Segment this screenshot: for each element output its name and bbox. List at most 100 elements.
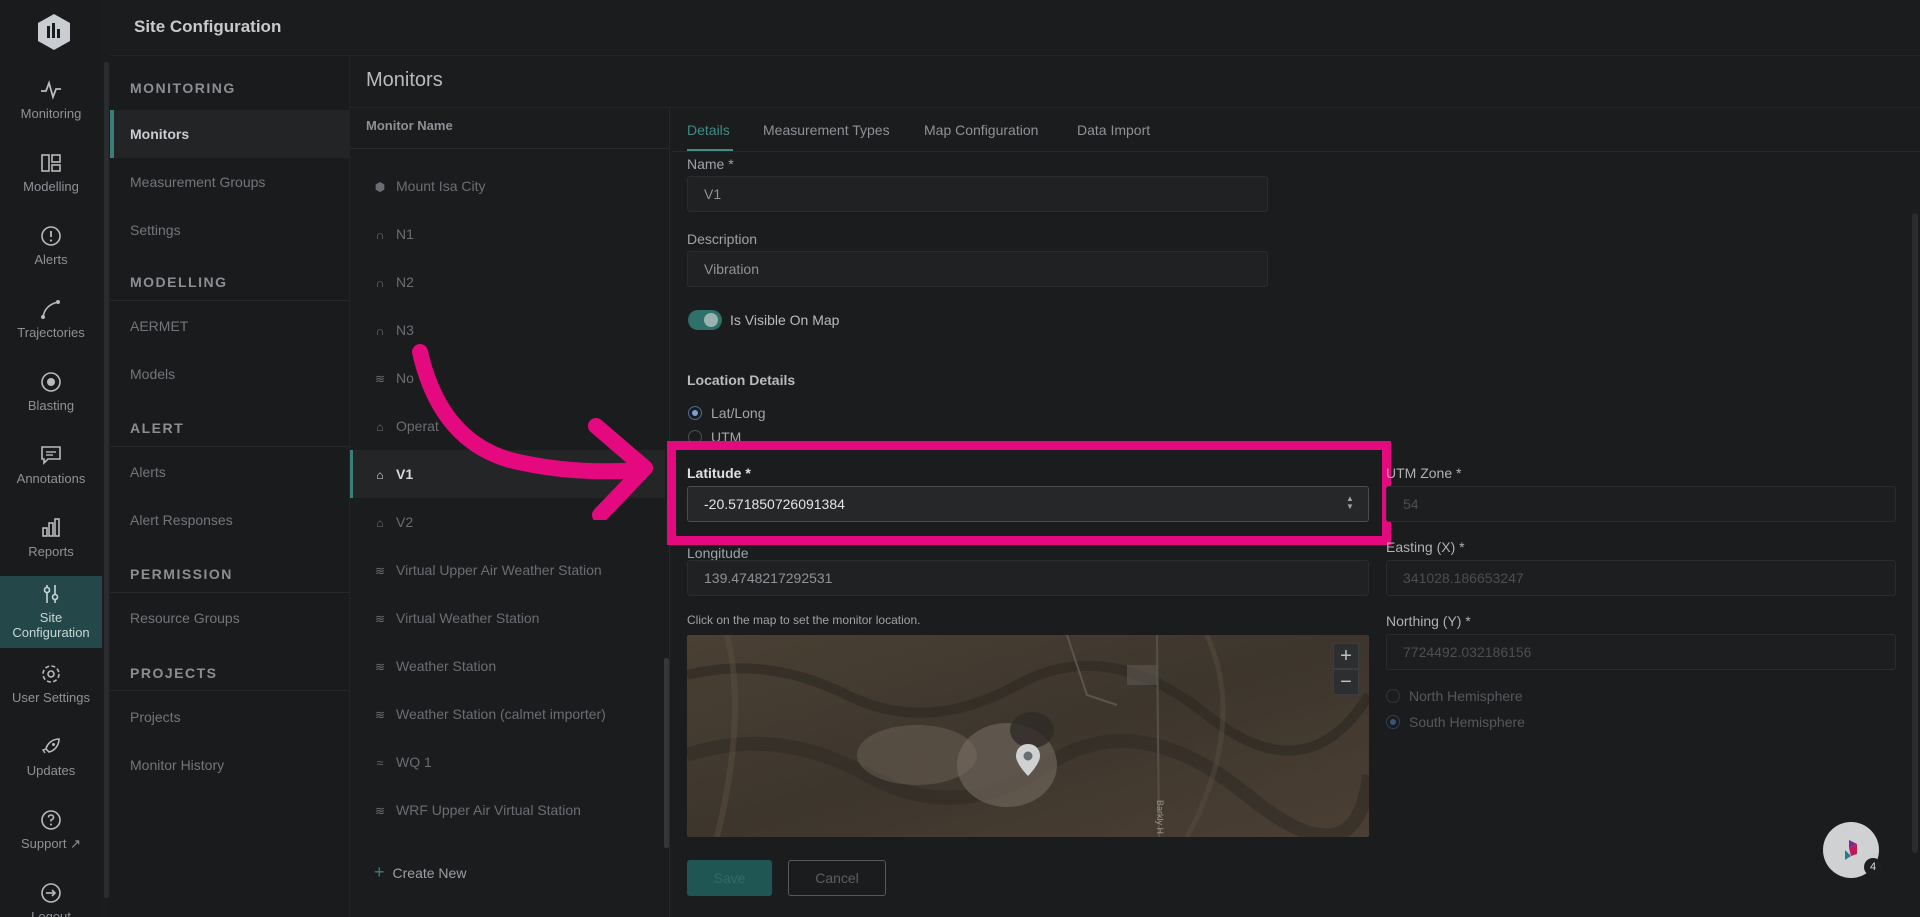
subnav-monitors[interactable]: Monitors xyxy=(110,110,350,158)
rail-updates[interactable]: Updates xyxy=(0,727,102,799)
map-pin-icon[interactable] xyxy=(1014,743,1042,777)
tab-details[interactable]: Details xyxy=(687,122,730,138)
latlong-radio[interactable] xyxy=(688,406,702,420)
subnav-monitor-history[interactable]: Monitor History xyxy=(110,741,350,789)
tab-measurement-types[interactable]: Measurement Types xyxy=(763,122,890,138)
rail-label: Updates xyxy=(26,763,76,778)
rail-scrollbar[interactable] xyxy=(104,62,109,898)
map-hint: Click on the map to set the monitor loca… xyxy=(687,613,921,627)
location-map[interactable]: Barkly H + − xyxy=(687,635,1369,837)
visible-on-map-toggle[interactable] xyxy=(688,310,722,330)
list-item[interactable]: ⬢ Mount Isa City xyxy=(350,162,665,210)
longitude-label: Longitude xyxy=(687,545,749,561)
list-item[interactable]: ≋ Weather Station (calmet importer) xyxy=(350,690,665,738)
name-field[interactable]: V1 xyxy=(687,176,1268,212)
rail-trajectories[interactable]: Trajectories xyxy=(0,289,102,361)
northing-field[interactable]: 7724492.032186156 xyxy=(1386,634,1896,670)
zoom-out-button[interactable]: − xyxy=(1333,669,1359,695)
vibration-icon: ⌂ xyxy=(376,420,384,434)
wind-icon: ≋ xyxy=(374,660,386,674)
help-icon xyxy=(41,810,61,830)
rail-reports[interactable]: Reports xyxy=(0,508,102,580)
content-scrollbar[interactable] xyxy=(1912,213,1918,853)
wind-icon: ≋ xyxy=(374,804,386,818)
northing-label: Northing (Y) * xyxy=(1386,613,1471,629)
tab-data-import[interactable]: Data Import xyxy=(1077,122,1150,138)
subnav-models[interactable]: Models xyxy=(110,350,350,398)
list-item[interactable]: ≈ WQ 1 xyxy=(350,738,665,786)
rail-support[interactable]: Support ↗ xyxy=(0,800,102,872)
divider xyxy=(110,592,350,593)
list-item[interactable]: ≋ WRF Upper Air Virtual Station xyxy=(350,786,665,834)
column-header[interactable]: Monitor Name xyxy=(366,118,453,133)
description-label: Description xyxy=(687,231,758,247)
sliders-icon xyxy=(43,585,59,603)
toggle-knob xyxy=(704,313,718,327)
create-new-button[interactable]: + Create New xyxy=(374,862,466,883)
headphones-icon: ∩ xyxy=(375,228,385,242)
bar-chart-icon xyxy=(42,518,60,537)
latlong-label: Lat/Long xyxy=(711,405,766,421)
south-hemisphere-radio[interactable] xyxy=(1386,715,1400,729)
tab-map-configuration[interactable]: Map Configuration xyxy=(924,122,1038,138)
north-hemisphere-radio[interactable] xyxy=(1386,689,1400,703)
subnav-aermet[interactable]: AERMET xyxy=(110,302,350,350)
number-spinner-icon[interactable]: ▲ ▼ xyxy=(1346,495,1354,511)
utm-zone-field[interactable]: 54 xyxy=(1386,486,1896,522)
monitor-name: Virtual Weather Station xyxy=(396,610,540,626)
easting-field[interactable]: 341028.186653247 xyxy=(1386,560,1896,596)
section-heading: MODELLING xyxy=(130,274,228,290)
rail-alerts[interactable]: Alerts xyxy=(0,216,102,288)
easting-label: Easting (X) * xyxy=(1386,539,1465,555)
list-item[interactable]: ∩ N1 xyxy=(350,210,665,258)
gear-icon xyxy=(42,665,60,683)
subnav-measurement-groups[interactable]: Measurement Groups xyxy=(110,158,350,206)
description-field[interactable]: Vibration xyxy=(687,251,1268,287)
headphones-icon: ∩ xyxy=(375,276,385,290)
list-scrollbar[interactable] xyxy=(664,658,669,848)
subnav-alert-responses[interactable]: Alert Responses xyxy=(110,496,350,544)
notification-badge: 4 xyxy=(1864,858,1882,876)
monitor-name: N3 xyxy=(396,322,414,338)
rail-logout[interactable]: Logout xyxy=(0,873,102,917)
list-item[interactable]: ≋ Virtual Weather Station xyxy=(350,594,665,642)
name-label: Name * xyxy=(687,156,734,172)
list-item[interactable]: ∩ N2 xyxy=(350,258,665,306)
rail-label: Modelling xyxy=(23,179,79,194)
annotation-arrow-icon xyxy=(412,344,653,520)
divider xyxy=(110,300,350,301)
vibration-icon: ⌂ xyxy=(376,516,384,530)
list-item[interactable]: ≋ Virtual Upper Air Weather Station xyxy=(350,546,665,594)
rail-annotations[interactable]: Annotations xyxy=(0,435,102,507)
subnav-resource-groups[interactable]: Resource Groups xyxy=(110,594,350,642)
latitude-value: -20.571850726091384 xyxy=(704,496,845,512)
rail-user-settings[interactable]: User Settings xyxy=(0,654,102,726)
subnav-settings[interactable]: Settings xyxy=(110,206,350,254)
zoom-in-button[interactable]: + xyxy=(1333,643,1359,669)
activity-icon xyxy=(41,80,61,100)
create-new-label: Create New xyxy=(392,865,467,881)
rail-label: Support ↗ xyxy=(0,836,102,851)
wind-icon: ≋ xyxy=(374,612,386,626)
rail-label: Logout xyxy=(31,909,71,917)
list-item[interactable]: ≋ Weather Station xyxy=(350,642,665,690)
divider xyxy=(110,690,350,691)
north-hemisphere-label: North Hemisphere xyxy=(1409,688,1523,704)
message-icon xyxy=(41,446,61,465)
cancel-button[interactable]: Cancel xyxy=(788,860,886,896)
left-rail: Monitoring Modelling Alerts Trajectories… xyxy=(0,0,102,917)
subnav-projects[interactable]: Projects xyxy=(110,693,350,741)
subnav-alerts[interactable]: Alerts xyxy=(110,448,350,496)
latitude-field[interactable]: -20.571850726091384 ▲ ▼ xyxy=(687,486,1369,522)
satellite-map: Barkly H xyxy=(687,635,1369,837)
rail-monitoring[interactable]: Monitoring xyxy=(0,70,102,142)
longitude-field[interactable]: 139.4748217292531 xyxy=(687,560,1369,596)
rail-modelling[interactable]: Modelling xyxy=(0,143,102,215)
rail-label: Configuration xyxy=(12,625,90,640)
rail-site-configuration[interactable]: Site Configuration xyxy=(0,576,102,648)
rail-blasting[interactable]: Blasting xyxy=(0,362,102,434)
wind-icon: ≋ xyxy=(374,708,386,722)
save-button[interactable]: Save xyxy=(687,860,772,896)
monitor-name: N1 xyxy=(396,226,414,242)
app-logo-icon[interactable] xyxy=(34,12,74,52)
